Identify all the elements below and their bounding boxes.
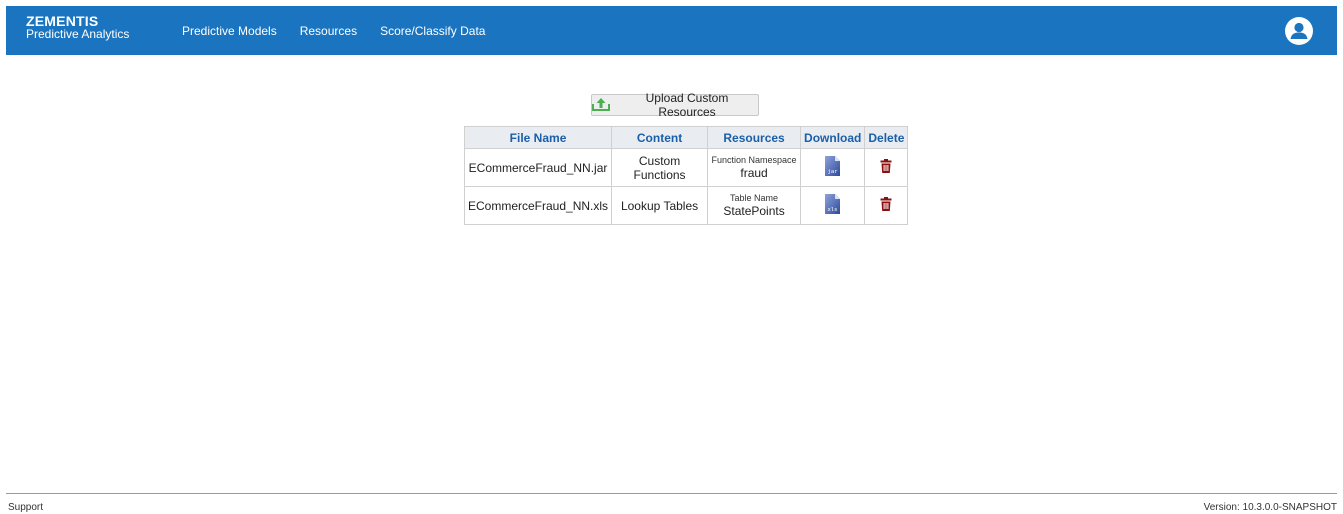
- resources-table: File Name Content Resources Download Del…: [463, 126, 909, 225]
- jar-file-icon[interactable]: jar: [824, 155, 841, 180]
- resources-cell: Table Name StatePoints: [707, 186, 802, 225]
- top-navigation-bar: ZEMENTIS Predictive Analytics Predictive…: [6, 6, 1337, 55]
- delete-cell: [864, 186, 909, 225]
- upload-icon: [592, 97, 610, 114]
- header-delete: Delete: [864, 126, 909, 149]
- user-avatar-icon[interactable]: [1285, 17, 1313, 45]
- file-name-cell: ECommerceFraud_NN.xls: [463, 186, 613, 225]
- file-name-cell: ECommerceFraud_NN.jar: [463, 148, 613, 187]
- delete-cell: [864, 148, 909, 187]
- nav-score-classify-data[interactable]: Score/Classify Data: [380, 24, 485, 38]
- xls-file-ext: xls: [828, 207, 838, 213]
- resource-label: Table Name: [730, 193, 779, 203]
- content-cell: Custom Functions: [611, 148, 709, 187]
- main-nav: Predictive Models Resources Score/Classi…: [182, 6, 508, 55]
- upload-custom-resources-button[interactable]: Upload Custom Resources: [591, 91, 759, 119]
- table-row: ECommerceFraud_NN.xls Lookup Tables Tabl…: [463, 186, 909, 225]
- header-file-name[interactable]: File Name: [463, 126, 613, 149]
- nav-predictive-models[interactable]: Predictive Models: [182, 24, 277, 38]
- header-content[interactable]: Content: [611, 126, 709, 149]
- footer-divider: [6, 493, 1337, 494]
- resources-cell: Function Namespace fraud: [707, 148, 802, 187]
- header-download: Download: [800, 126, 866, 149]
- brand-subtitle: Predictive Analytics: [26, 27, 130, 41]
- table-header-row: File Name Content Resources Download Del…: [463, 126, 909, 149]
- support-link[interactable]: Support: [8, 502, 43, 513]
- download-cell: xls: [800, 186, 866, 225]
- trash-icon[interactable]: [880, 159, 892, 176]
- jar-file-ext: jar: [828, 169, 839, 175]
- upload-button-label: Upload Custom Resources: [645, 91, 729, 119]
- resource-value: fraud: [740, 166, 768, 180]
- resource-value: StatePoints: [723, 204, 785, 218]
- resource-label: Function Namespace: [711, 155, 797, 165]
- version-label: Version: 10.3.0.0-SNAPSHOT: [1203, 502, 1337, 513]
- content-cell: Lookup Tables: [611, 186, 709, 225]
- nav-resources[interactable]: Resources: [300, 24, 357, 38]
- brand-logo[interactable]: ZEMENTIS Predictive Analytics: [26, 14, 130, 41]
- trash-icon[interactable]: [880, 197, 892, 214]
- xls-file-icon[interactable]: xls: [824, 193, 841, 218]
- download-cell: jar: [800, 148, 866, 187]
- table-row: ECommerceFraud_NN.jar Custom Functions F…: [463, 148, 909, 187]
- header-resources[interactable]: Resources: [707, 126, 802, 149]
